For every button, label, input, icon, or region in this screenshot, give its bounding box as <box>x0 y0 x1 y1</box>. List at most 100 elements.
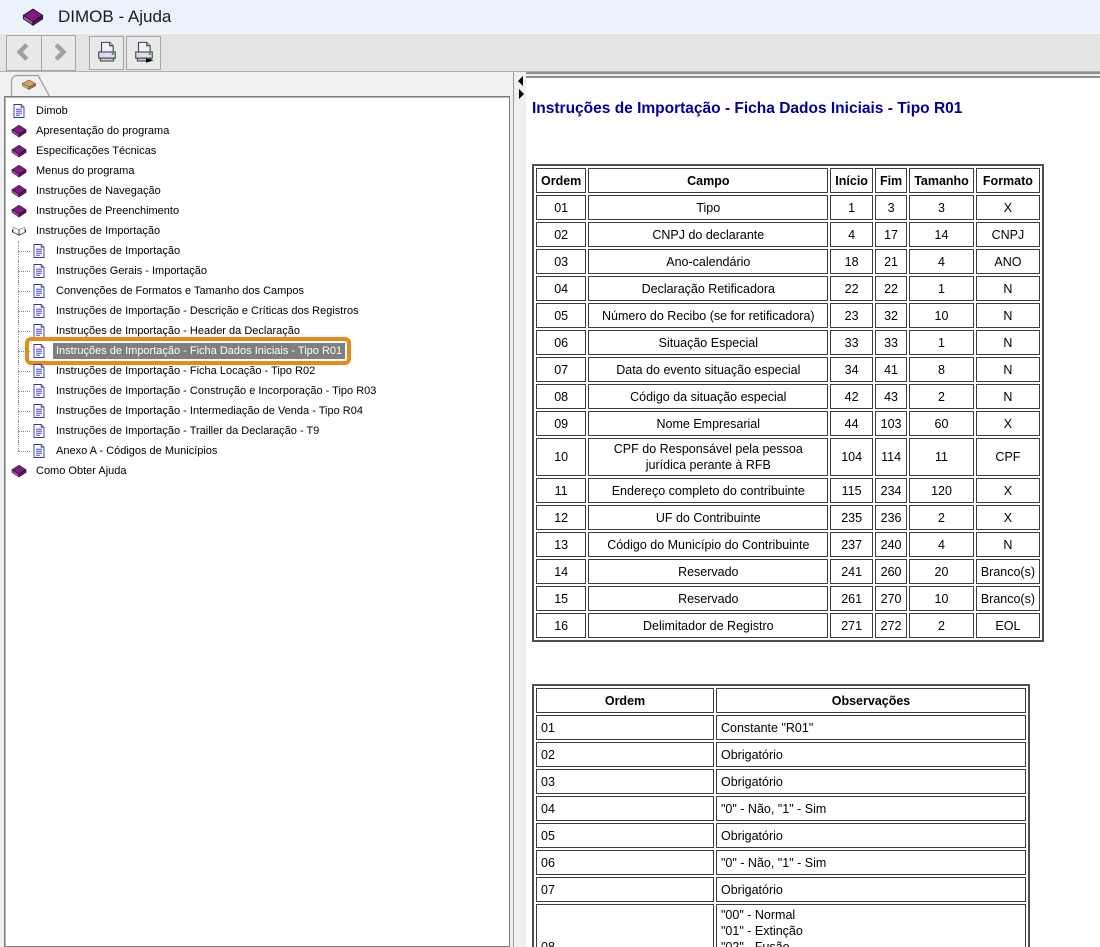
contents-tab[interactable] <box>10 74 54 97</box>
field-row: 16 Delimitador de Registro 271 272 2 EOL <box>536 613 1041 638</box>
field-cell: Branco(s) <box>975 559 1041 584</box>
back-button[interactable] <box>7 36 41 70</box>
help-window: DIMOB - Ajuda Dimob Apresentação do prog… <box>0 0 1100 947</box>
field-cell: 1 <box>830 195 873 220</box>
field-cell: 272 <box>874 613 908 638</box>
tree-item[interactable]: Especificações Técnicas <box>5 141 509 161</box>
tree-item[interactable]: Instruções de Preenchimento <box>5 201 509 221</box>
tree-item[interactable]: Instruções de Importação <box>5 241 509 261</box>
observations-table: Ordem Observações 01 Constante "R01" 02 Obrig… <box>532 684 1030 947</box>
observation-cell: 05 <box>536 823 714 848</box>
field-cell: CPF do Responsável pela pessoa jurídica … <box>588 438 829 476</box>
field-cell: 2 <box>909 613 974 638</box>
forward-button[interactable] <box>41 36 75 70</box>
tree-item[interactable]: Instruções de Importação - Ficha Locação… <box>5 361 509 381</box>
nav-button-group <box>6 35 76 71</box>
field-row: 07 Data do evento situação especial 34 41 8 N <box>536 357 1041 382</box>
tree-item[interactable]: Convenções de Formatos e Tamanho dos Cam… <box>5 281 509 301</box>
field-cell: 2 <box>909 505 974 530</box>
tree-item-label: Instruções Gerais - Importação <box>56 265 208 277</box>
tree-item[interactable]: Como Obter Ajuda <box>5 461 509 481</box>
chevron-left-icon <box>14 42 34 65</box>
tree-item[interactable]: Instruções de Importação - Intermediação… <box>5 401 509 421</box>
observation-cell: "0" - Não, "1" - Sim <box>716 796 1026 821</box>
page-icon <box>31 423 47 439</box>
tree-item-label: Convenções de Formatos e Tamanho dos Cam… <box>56 285 305 297</box>
toolbar <box>0 33 1100 72</box>
pane-splitter[interactable] <box>513 72 526 947</box>
field-cell: 10 <box>909 303 974 328</box>
field-cell: Nome Empresarial <box>588 411 829 436</box>
print-options-button[interactable] <box>126 36 161 70</box>
collapse-left-icon[interactable] <box>518 76 523 86</box>
field-cell: N <box>975 276 1041 301</box>
field-cell: N <box>975 303 1041 328</box>
observation-column-header: Observações <box>716 688 1026 713</box>
field-cell: 8 <box>909 357 974 382</box>
field-cell: 15 <box>536 586 587 611</box>
field-cell: N <box>975 330 1041 355</box>
observation-row: 05 Obrigatório <box>536 823 1026 848</box>
tree-item-content: Anexo A - Códigos de Municípios <box>31 443 220 459</box>
field-row: 04 Declaração Retificadora 22 22 1 N <box>536 276 1041 301</box>
field-column-header: Formato <box>975 168 1041 193</box>
field-cell: 271 <box>830 613 873 638</box>
tree-item[interactable]: Instruções de Navegação <box>5 181 509 201</box>
tree-item[interactable]: Anexo A - Códigos de Municípios <box>5 441 509 461</box>
tree-item-label: Instruções de Navegação <box>36 185 161 197</box>
observation-cell: 01 <box>536 715 714 740</box>
observation-cell: 04 <box>536 796 714 821</box>
page-icon <box>31 443 47 459</box>
observation-cell: Obrigatório <box>716 877 1026 902</box>
tree-item-label: Como Obter Ajuda <box>36 465 127 477</box>
field-cell: 22 <box>874 276 908 301</box>
field-cell: Número do Recibo (se for retificadora) <box>588 303 829 328</box>
tree-item-content: Instruções Gerais - Importação <box>31 263 210 279</box>
field-cell: 3 <box>874 195 908 220</box>
tree-item-label: Instruções de Importação - Ficha Dados I… <box>53 343 346 359</box>
field-cell: Situação Especial <box>588 330 829 355</box>
tree-item[interactable]: Instruções de Importação <box>5 221 509 241</box>
field-cell: 06 <box>536 330 587 355</box>
field-cell: 120 <box>909 478 974 503</box>
tree-item[interactable]: Dimob <box>5 101 509 121</box>
field-cell: Branco(s) <box>975 586 1041 611</box>
tree-item[interactable]: Instruções de Importação - Trailler da D… <box>5 421 509 441</box>
field-cell: Declaração Retificadora <box>588 276 829 301</box>
tree-item-label: Instruções de Importação - Descrição e C… <box>56 305 359 317</box>
tree-item-label: Dimob <box>36 105 68 117</box>
tree-item[interactable]: Instruções de Importação - Header da Dec… <box>5 321 509 341</box>
field-cell: Código do Município do Contribuinte <box>588 532 829 557</box>
field-cell: 240 <box>874 532 908 557</box>
tree-item-label: Instruções de Importação - Trailler da D… <box>56 425 320 437</box>
observation-row: 08 "00" - Normal "01" - Extinção "02" - F… <box>536 904 1026 947</box>
tree-item[interactable]: Instruções de Importação - Descrição e C… <box>5 301 509 321</box>
tree-item-label: Instruções de Importação - Intermediação… <box>56 405 363 417</box>
field-cell: 23 <box>830 303 873 328</box>
field-cell: 41 <box>874 357 908 382</box>
expand-right-icon[interactable] <box>519 89 524 99</box>
field-column-header: Início <box>830 168 873 193</box>
field-cell: Delimitador de Registro <box>588 613 829 638</box>
field-cell: N <box>975 532 1041 557</box>
tree-item[interactable]: Apresentação do programa <box>5 121 509 141</box>
print-button[interactable] <box>89 36 124 70</box>
tree-item-label: Instruções de Importação - Header da Dec… <box>56 325 300 337</box>
field-cell: 11 <box>909 438 974 476</box>
tree-item[interactable]: Instruções Gerais - Importação <box>5 261 509 281</box>
field-cell: 12 <box>536 505 587 530</box>
field-cell: 4 <box>909 532 974 557</box>
content-area: Dimob Apresentação do programa Especificaç… <box>0 71 1100 947</box>
book-open-icon <box>11 223 27 239</box>
tree-item[interactable]: Menus do programa <box>5 161 509 181</box>
observation-cell: 03 <box>536 769 714 794</box>
tree-item[interactable]: Instruções de Importação - Construção e … <box>5 381 509 401</box>
tree-item-label: Apresentação do programa <box>36 125 170 137</box>
tree-item-content: Como Obter Ajuda <box>11 463 130 479</box>
tree-item-content: Instruções de Importação - Intermediação… <box>31 403 366 419</box>
field-cell: 03 <box>536 249 587 274</box>
tree-item[interactable]: Instruções de Importação - Ficha Dados I… <box>5 337 509 365</box>
field-cell: 32 <box>874 303 908 328</box>
tab-strip <box>0 72 513 97</box>
field-cell: 14 <box>536 559 587 584</box>
